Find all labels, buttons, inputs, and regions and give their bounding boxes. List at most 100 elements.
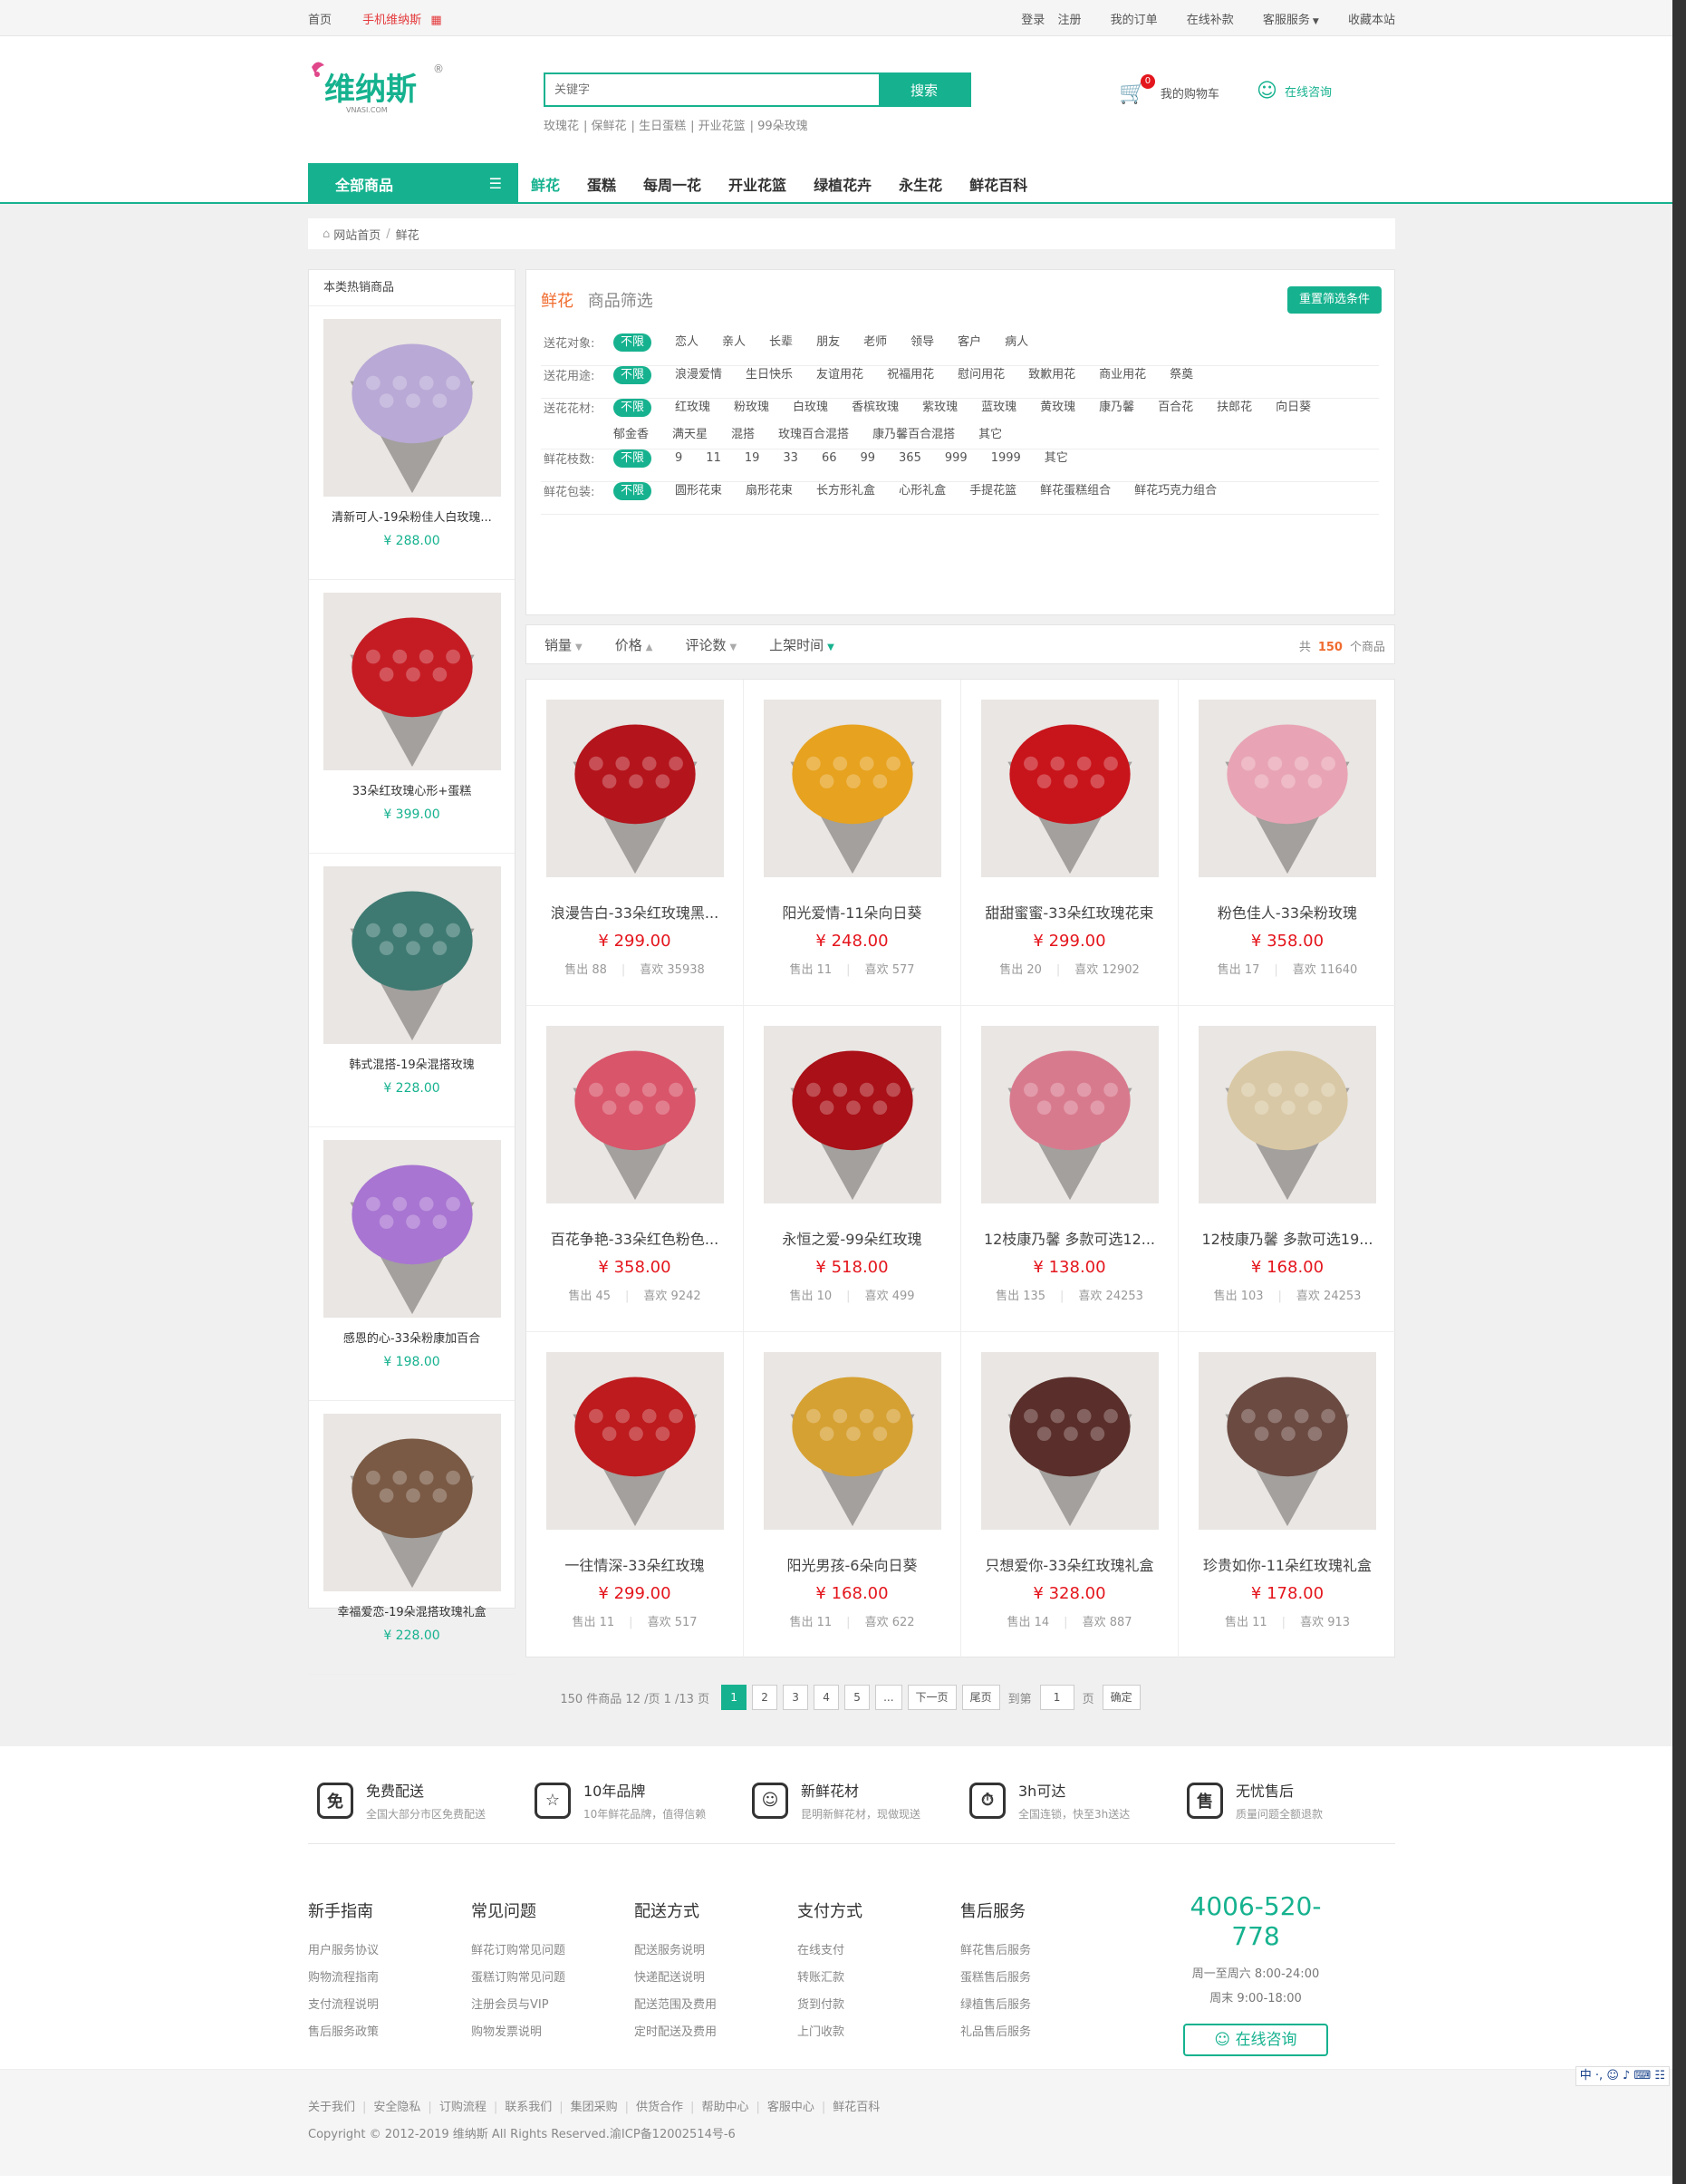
product-name[interactable]: 一往情深-33朵红玫瑰 [546, 1553, 724, 1575]
product-image[interactable] [980, 1352, 1159, 1530]
site-logo[interactable]: 维纳斯 VNASI.COM ® [308, 56, 453, 120]
sort-by-sales[interactable]: 销量 ▼ [544, 635, 583, 654]
bottom-link[interactable]: 供货合作 [636, 2101, 683, 2114]
hotword-link[interactable]: 保鲜花 [592, 120, 627, 133]
product-card[interactable]: 一往情深-33朵红玫瑰 ¥ 299.00 售出 11 | 喜欢 517 [526, 1332, 744, 1658]
product-image-wrap[interactable] [980, 1026, 1159, 1203]
filter-option[interactable]: 33 [783, 449, 798, 477]
filter-option[interactable]: 恋人 [675, 333, 698, 361]
product-image-wrap[interactable] [763, 700, 941, 877]
online-pay-link[interactable]: 在线补款 [1187, 14, 1234, 27]
product-name[interactable]: 阳光男孩-6朵向日葵 [764, 1553, 941, 1575]
footer-link[interactable]: 货到付款 [797, 1995, 862, 2022]
product-image-wrap[interactable] [1199, 700, 1376, 877]
filter-option[interactable]: 亲人 [722, 333, 746, 361]
product-card[interactable]: 珍贵如你-11朵红玫瑰礼盒 ¥ 178.00 售出 11 | 喜欢 913 [1179, 1332, 1396, 1658]
sort-by-reviews[interactable]: 评论数 ▼ [685, 635, 737, 654]
filter-option[interactable]: 扇形花束 [746, 482, 793, 509]
product-image-wrap[interactable] [545, 700, 724, 877]
sidebar-product[interactable]: 清新可人-19朵粉佳人白玫瑰... ¥ 288.00 [309, 319, 515, 580]
sort-by-date[interactable]: 上架时间 ▼ [769, 635, 834, 654]
filter-option[interactable]: 商业用花 [1099, 366, 1146, 393]
filter-option[interactable]: 66 [822, 449, 837, 477]
last-page-button[interactable]: 尾页 [961, 1685, 1000, 1710]
product-image[interactable] [323, 319, 501, 497]
filter-option[interactable]: 99 [860, 449, 875, 477]
footer-link[interactable]: 绿植售后服务 [960, 1995, 1031, 2022]
product-image-wrap[interactable] [980, 700, 1159, 877]
top-mobile-link[interactable]: 手机维纳斯 [362, 14, 421, 27]
product-card[interactable]: 12枝康乃馨 多款可选19... ¥ 168.00 售出 103 | 喜欢 24253 [1179, 1006, 1396, 1332]
ime-toolbar[interactable]: 中 ·, ☺ ♪ ⌨ ☷ [1575, 2066, 1670, 2086]
product-image[interactable] [763, 1026, 941, 1203]
filter-option[interactable]: 朋友 [816, 333, 840, 361]
nav-item-flowers[interactable]: 鲜花 [531, 173, 560, 195]
online-consult-link[interactable]: ☺ 在线咨询 [1257, 80, 1332, 102]
footer-link[interactable]: 鲜花售后服务 [960, 1940, 1031, 1967]
product-image-wrap[interactable] [980, 1352, 1159, 1530]
page-button[interactable]: 1 [721, 1685, 747, 1710]
product-name[interactable]: 只想爱你-33朵红玫瑰礼盒 [981, 1553, 1159, 1575]
my-orders-link[interactable]: 我的订单 [1111, 14, 1158, 27]
product-name[interactable]: 12枝康乃馨 多款可选12... [981, 1227, 1159, 1249]
product-name[interactable]: 12枝康乃馨 多款可选19... [1199, 1227, 1376, 1249]
product-image-wrap[interactable] [1199, 1026, 1376, 1203]
page-button[interactable]: 2 [752, 1685, 778, 1710]
footer-link[interactable]: 定时配送及费用 [634, 2022, 717, 2049]
favorite-link[interactable]: 收藏本站 [1348, 14, 1395, 27]
filter-option[interactable]: 老师 [863, 333, 887, 361]
filter-option[interactable]: 浪漫爱情 [675, 366, 722, 393]
filter-option[interactable]: 鲜花蛋糕组合 [1040, 482, 1111, 509]
product-name[interactable]: 浪漫告白-33朵红玫瑰黑... [546, 901, 724, 923]
product-card[interactable]: 百花争艳-33朵红色粉色... ¥ 358.00 售出 45 | 喜欢 9242 [526, 1006, 744, 1332]
product-image[interactable] [763, 1352, 941, 1530]
footer-link[interactable]: 转账汇款 [797, 1967, 862, 1995]
filter-option[interactable]: 长方形礼盒 [816, 482, 875, 509]
nav-item-weekly[interactable]: 每周一花 [643, 173, 701, 195]
product-image[interactable] [980, 1026, 1159, 1203]
filter-option[interactable]: 长辈 [769, 333, 793, 361]
filter-option[interactable]: 百合花 [1158, 399, 1193, 426]
bottom-link[interactable]: 联系我们 [505, 2101, 552, 2114]
filter-option[interactable]: 9 [675, 449, 682, 477]
window-scrollbar[interactable] [1672, 0, 1686, 2184]
product-image[interactable] [545, 1352, 724, 1530]
filter-option[interactable]: 365 [899, 449, 921, 477]
search-input[interactable] [545, 74, 879, 105]
page-button[interactable]: 5 [844, 1685, 871, 1710]
sidebar-product[interactable]: 33朵红玫瑰心形+蛋糕 ¥ 399.00 [309, 593, 515, 854]
product-name[interactable]: 阳光爱情-11朵向日葵 [764, 901, 941, 923]
product-image-wrap[interactable] [323, 866, 501, 1044]
footer-link[interactable]: 购物流程指南 [308, 1967, 379, 1995]
product-name[interactable]: 清新可人-19朵粉佳人白玫瑰... [326, 507, 498, 525]
filter-option[interactable]: 圆形花束 [675, 482, 722, 509]
footer-link[interactable]: 用户服务协议 [308, 1940, 379, 1967]
nav-item-plants[interactable]: 绿植花卉 [814, 173, 872, 195]
product-image[interactable] [323, 593, 501, 770]
product-image[interactable] [980, 700, 1159, 877]
nav-item-preserved[interactable]: 永生花 [899, 173, 942, 195]
customer-service-menu[interactable]: 客服服务 [1263, 14, 1310, 27]
product-name[interactable]: 甜甜蜜蜜-33朵红玫瑰花束 [981, 901, 1159, 923]
page-button[interactable]: 4 [814, 1685, 840, 1710]
product-image-wrap[interactable] [763, 1026, 941, 1203]
all-categories-button[interactable]: 全部商品 ☰ [308, 163, 518, 204]
footer-link[interactable]: 配送范围及费用 [634, 1995, 717, 2022]
product-image-wrap[interactable] [545, 1026, 724, 1203]
bottom-link[interactable]: 订购流程 [439, 2101, 487, 2114]
nav-item-cake[interactable]: 蛋糕 [587, 173, 616, 195]
nav-item-basket[interactable]: 开业花篮 [728, 173, 786, 195]
filter-option[interactable]: 生日快乐 [746, 366, 793, 393]
filter-option[interactable]: 康乃馨 [1099, 399, 1134, 426]
product-name[interactable]: 百花争艳-33朵红色粉色... [546, 1227, 724, 1249]
bottom-link[interactable]: 帮助中心 [701, 2101, 748, 2114]
filter-option[interactable]: 不限 [613, 399, 652, 417]
hotword-link[interactable]: 生日蛋糕 [639, 120, 686, 133]
footer-link[interactable]: 售后服务政策 [308, 2022, 379, 2049]
product-name[interactable]: 感恩的心-33朵粉康加百合 [326, 1329, 498, 1346]
bottom-link[interactable]: 集团采购 [571, 2101, 618, 2114]
product-image[interactable] [1199, 1352, 1376, 1530]
sidebar-product[interactable]: 幸福爱恋-19朵混搭玫瑰礼盒 ¥ 228.00 [309, 1414, 515, 1675]
bottom-link[interactable]: 客服中心 [767, 2101, 814, 2114]
product-card[interactable]: 12枝康乃馨 多款可选12... ¥ 138.00 售出 135 | 喜欢 24253 [961, 1006, 1179, 1332]
